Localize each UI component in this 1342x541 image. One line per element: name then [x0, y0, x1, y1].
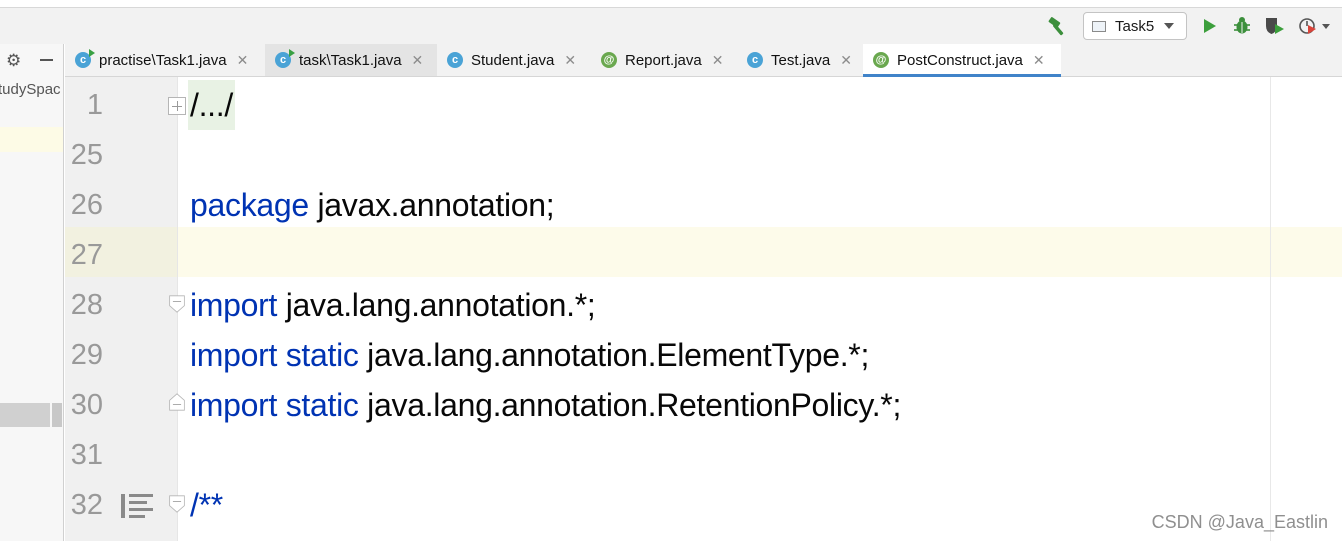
code-text: import static java.lang.annotation.Eleme… — [190, 330, 869, 380]
java-annotation-icon: @ — [601, 52, 617, 68]
code-token: javax.annotation; — [308, 187, 555, 223]
fold-expand-icon[interactable] — [168, 97, 186, 115]
fold-end-icon[interactable] — [168, 393, 186, 411]
java-class-icon: c — [75, 49, 95, 68]
code-line[interactable]: 28 import java.lang.annotation.*; — [65, 280, 1342, 330]
code-token: java.lang.annotation.*; — [277, 287, 596, 323]
folded-region[interactable]: /.../ — [188, 80, 235, 130]
code-line[interactable]: 1 /.../ — [65, 80, 1342, 130]
coverage-icon[interactable] — [1264, 16, 1286, 36]
code-line[interactable]: 25 — [65, 130, 1342, 180]
keyword-token: import — [190, 287, 278, 323]
tab-label: practise\Task1.java — [99, 51, 227, 69]
tab-label: Test.java — [771, 51, 831, 69]
tab-student[interactable]: c Student.java ✕ — [437, 44, 591, 76]
main-toolbar: Task5 — [0, 7, 1342, 44]
line-number: 1 — [86, 89, 103, 121]
tab-report[interactable]: @ Report.java ✕ — [591, 44, 737, 76]
java-class-icon: c — [447, 52, 463, 68]
gear-icon[interactable]: ⚙ — [6, 51, 21, 71]
project-scrollbar[interactable] — [52, 403, 62, 427]
close-icon[interactable]: ✕ — [412, 52, 424, 69]
code-line[interactable]: 31 — [65, 430, 1342, 480]
debug-icon[interactable] — [1232, 16, 1252, 36]
code-editor[interactable]: 1 /.../ 25 26 package javax.annotation; … — [65, 77, 1342, 541]
run-configuration-dropdown[interactable]: Task5 — [1083, 12, 1187, 40]
java-class-icon: c — [747, 52, 763, 68]
line-number: 27 — [70, 239, 103, 271]
close-icon[interactable]: ✕ — [712, 52, 724, 69]
configuration-icon — [1092, 20, 1106, 32]
tab-label: task\Task1.java — [299, 51, 402, 69]
project-root-label[interactable]: tudySpac — [0, 81, 61, 98]
build-hammer-icon[interactable] — [1047, 16, 1069, 36]
code-text: import static java.lang.annotation.Reten… — [190, 380, 901, 430]
tab-label: PostConstruct.java — [897, 51, 1023, 69]
watermark: CSDN @Java_Eastlin — [1151, 512, 1328, 532]
close-icon[interactable]: ✕ — [840, 52, 852, 69]
code-line[interactable]: 29 import static java.lang.annotation.El… — [65, 330, 1342, 380]
line-number: 29 — [70, 339, 103, 371]
close-icon[interactable]: ✕ — [564, 52, 576, 69]
code-text: package javax.annotation; — [190, 180, 555, 230]
project-tool-window: ⚙ tudySpac — [0, 44, 64, 541]
code-line[interactable]: 30 import static java.lang.annotation.Re… — [65, 380, 1342, 430]
fold-collapse-icon[interactable] — [168, 495, 186, 513]
line-number: 30 — [70, 389, 103, 421]
editor-tab-bar: c practise\Task1.java ✕ c task\Task1.jav… — [65, 44, 1342, 77]
project-highlight-row[interactable] — [0, 127, 63, 152]
java-class-icon: c — [275, 49, 295, 68]
profile-icon[interactable] — [1298, 16, 1330, 36]
close-icon[interactable]: ✕ — [237, 52, 249, 69]
code-token: java.lang.annotation.ElementType.*; — [358, 337, 870, 373]
code-line-current[interactable]: 27 — [65, 230, 1342, 280]
fold-collapse-icon[interactable] — [168, 295, 186, 313]
code-line[interactable]: 32 /** — [65, 480, 1342, 530]
tab-test[interactable]: c Test.java ✕ — [737, 44, 863, 76]
render-doc-icon[interactable] — [121, 493, 153, 519]
tab-label: Student.java — [471, 51, 555, 69]
line-number: 31 — [70, 439, 103, 471]
keyword-token: package — [190, 187, 309, 223]
comment-token: /** — [190, 487, 223, 523]
code-text: import java.lang.annotation.*; — [190, 280, 596, 330]
tab-label: Report.java — [625, 51, 702, 69]
keyword-token: import static — [190, 387, 359, 423]
code-line[interactable]: 26 package javax.annotation; — [65, 180, 1342, 230]
line-number: 26 — [70, 189, 103, 221]
tab-practise-task1[interactable]: c practise\Task1.java ✕ — [65, 44, 265, 76]
project-selected-row[interactable] — [0, 403, 50, 427]
tab-task-task1[interactable]: c task\Task1.java ✕ — [265, 44, 437, 76]
close-icon[interactable]: ✕ — [1033, 52, 1045, 69]
java-annotation-icon: @ — [873, 52, 889, 68]
code-token: java.lang.annotation.RetentionPolicy.*; — [358, 387, 902, 423]
tab-postconstruct[interactable]: @ PostConstruct.java ✕ — [863, 44, 1061, 77]
chevron-down-icon — [1164, 23, 1175, 29]
line-number: 25 — [70, 139, 103, 171]
line-number: 32 — [70, 489, 103, 521]
line-number: 28 — [70, 289, 103, 321]
minimize-icon[interactable] — [40, 59, 53, 61]
project-panel-header: ⚙ — [0, 44, 63, 76]
run-config-label: Task5 — [1115, 17, 1155, 35]
run-icon[interactable] — [1201, 16, 1219, 36]
keyword-token: import static — [190, 337, 359, 373]
